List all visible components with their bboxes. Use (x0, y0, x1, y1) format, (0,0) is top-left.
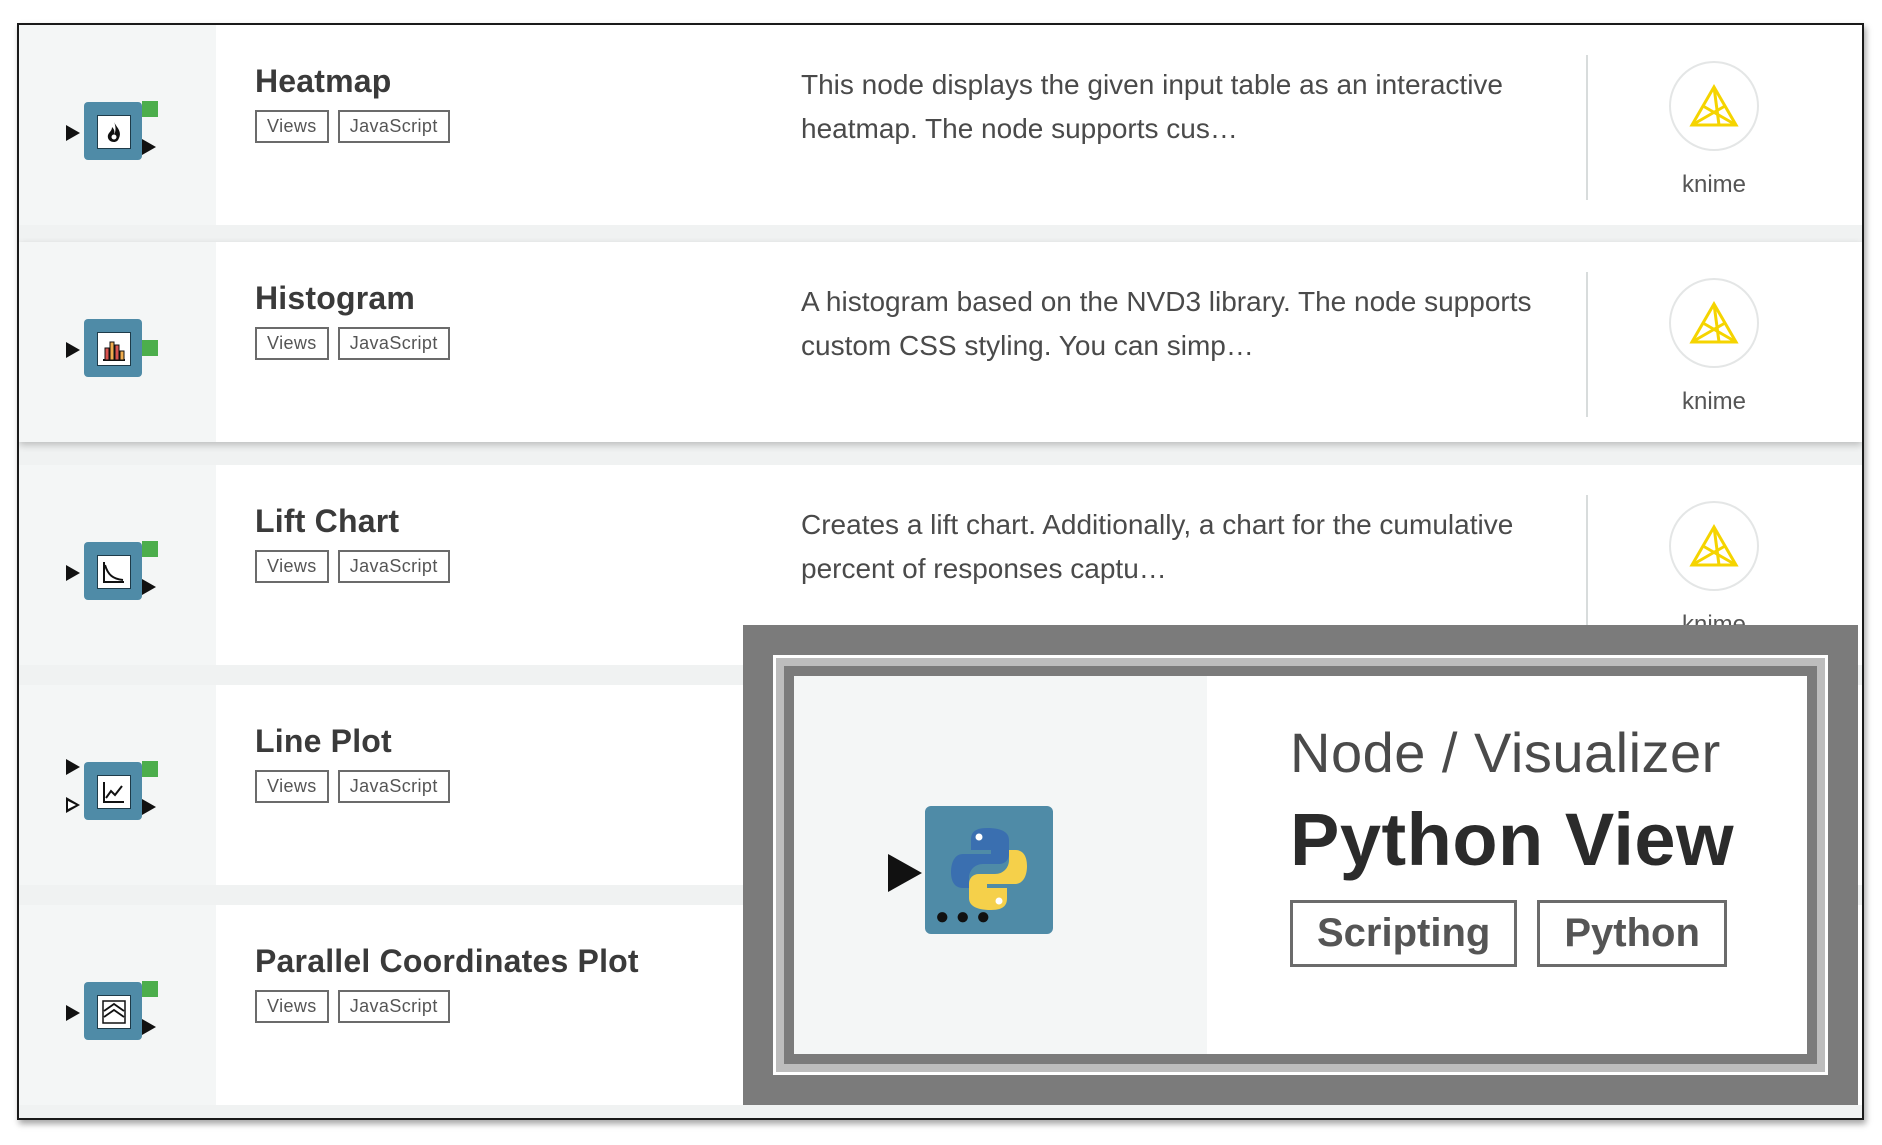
node-title[interactable]: Histogram (255, 280, 450, 317)
knime-logo-icon (1669, 61, 1759, 151)
node-icon-column (19, 242, 216, 442)
dynamic-ports-icon: ●●● (935, 912, 997, 922)
tag-views[interactable]: Views (255, 327, 329, 360)
node-icon (66, 979, 166, 1049)
tag-views[interactable]: Views (255, 990, 329, 1023)
owner-name[interactable]: knime (1659, 171, 1769, 199)
node-row-heatmap[interactable]: Heatmap Views JavaScript This node displ… (19, 25, 1862, 225)
knime-logo-icon (1669, 278, 1759, 368)
tag-javascript[interactable]: JavaScript (338, 327, 450, 360)
tag-javascript[interactable]: JavaScript (338, 990, 450, 1023)
tag-views[interactable]: Views (255, 770, 329, 803)
bar-chart-icon (97, 332, 131, 366)
node-title[interactable]: Parallel Coordinates Plot (255, 943, 639, 980)
tag-scripting[interactable]: Scripting (1290, 900, 1517, 967)
output-port-triangle-icon (142, 799, 156, 815)
owner[interactable]: knime (1659, 61, 1769, 199)
input-port-triangle-icon (66, 1005, 80, 1021)
node-icon-column (19, 25, 216, 225)
node-category: Node / Visualizer (1290, 720, 1734, 785)
input-port-triangle-icon (66, 125, 80, 141)
node-row-histogram[interactable]: Histogram Views JavaScript A histogram b… (19, 242, 1862, 442)
owner[interactable]: knime (1659, 501, 1769, 639)
output-port-square-icon (142, 981, 158, 997)
flame-icon (97, 115, 131, 149)
zoomed-node-card[interactable]: ●●● Node / Visualizer Python View Script… (794, 676, 1807, 1054)
owner-name[interactable]: knime (1659, 388, 1769, 416)
parallel-coordinates-icon (97, 995, 131, 1029)
knime-logo-icon (1669, 501, 1759, 591)
divider (1586, 495, 1588, 640)
node-body (84, 762, 142, 820)
node-description: A histogram based on the NVD3 library. T… (801, 280, 1561, 368)
zoom-frame: ●●● Node / Visualizer Python View Script… (773, 655, 1828, 1075)
node-body (84, 102, 142, 160)
zoom-callout: ●●● Node / Visualizer Python View Script… (743, 625, 1858, 1105)
node-icon-column (19, 685, 216, 885)
node-title[interactable]: Heatmap (255, 63, 450, 100)
tag-python[interactable]: Python (1537, 900, 1727, 967)
optional-input-port-icon (66, 797, 80, 813)
node-icon-column: ●●● (794, 676, 1207, 1054)
output-port-triangle-icon (142, 579, 156, 595)
input-port-triangle-icon (888, 854, 922, 892)
output-port-triangle-icon (142, 139, 156, 155)
output-port-square-icon (142, 101, 158, 117)
node-body (84, 319, 142, 377)
node-body (84, 542, 142, 600)
tag-javascript[interactable]: JavaScript (338, 550, 450, 583)
owner[interactable]: knime (1659, 278, 1769, 416)
node-description: This node displays the given input table… (801, 63, 1561, 151)
output-port-square-icon (142, 340, 158, 356)
tag-javascript[interactable]: JavaScript (338, 110, 450, 143)
divider (1586, 55, 1588, 200)
node-title[interactable]: Lift Chart (255, 503, 450, 540)
node-body (84, 982, 142, 1040)
divider (1586, 272, 1588, 417)
node-icon-column (19, 465, 216, 665)
input-port-triangle-icon (66, 342, 80, 358)
input-port-triangle-icon (66, 565, 80, 581)
node-icon (66, 759, 166, 829)
node-icon (66, 99, 166, 169)
node-description: Creates a lift chart. Additionally, a ch… (801, 503, 1561, 591)
node-icon (66, 316, 166, 386)
node-icon-column (19, 905, 216, 1105)
output-port-square-icon (142, 761, 158, 777)
output-port-square-icon (142, 541, 158, 557)
node-title[interactable]: Python View (1290, 797, 1734, 882)
python-icon: ●●● (925, 806, 1053, 934)
input-port-triangle-icon (66, 759, 80, 775)
node-icon (66, 539, 166, 609)
tag-views[interactable]: Views (255, 550, 329, 583)
node-icon: ●●● (888, 806, 1048, 936)
node-title[interactable]: Line Plot (255, 723, 450, 760)
output-port-triangle-icon (142, 1019, 156, 1035)
lift-curve-icon (97, 555, 131, 589)
tag-javascript[interactable]: JavaScript (338, 770, 450, 803)
tag-views[interactable]: Views (255, 110, 329, 143)
line-chart-icon (97, 775, 131, 809)
